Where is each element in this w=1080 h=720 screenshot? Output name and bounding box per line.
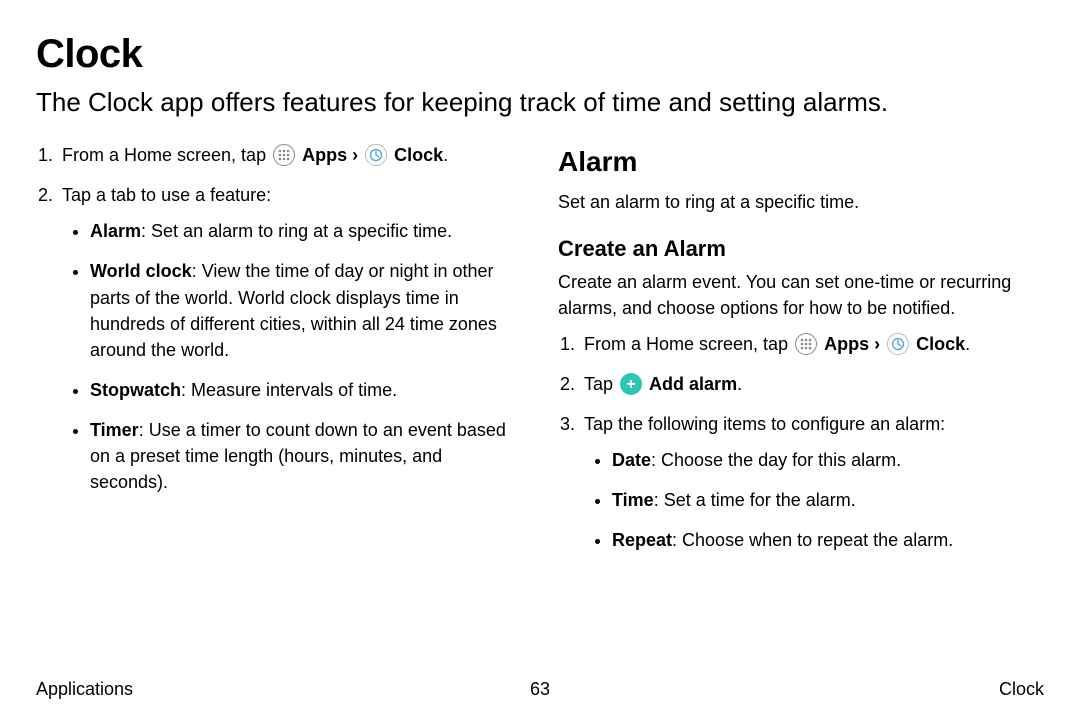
apps-label: Apps [302, 145, 347, 165]
features-list: Alarm: Set an alarm to ring at a specifi… [62, 218, 522, 495]
feature-desc: : Measure intervals of time. [181, 380, 397, 400]
feature-item: Stopwatch: Measure intervals of time. [90, 377, 522, 403]
clock-label: Clock [394, 145, 443, 165]
chevron-icon: › [352, 145, 358, 165]
clock-icon [365, 144, 387, 166]
period: . [737, 374, 742, 394]
feature-name: World clock [90, 261, 192, 281]
page-footer: Applications 63 Clock [36, 679, 1044, 700]
content-columns: From a Home screen, tap Apps › Clock. Ta… [36, 142, 1044, 567]
footer-page-number: 63 [530, 679, 550, 700]
feature-item: World clock: View the time of day or nig… [90, 258, 522, 362]
apps-icon [795, 333, 817, 355]
left-step-2: Tap a tab to use a feature: Alarm: Set a… [58, 182, 522, 495]
apps-label: Apps [824, 334, 869, 354]
period: . [965, 334, 970, 354]
feature-desc: : Use a timer to count down to an event … [90, 420, 506, 492]
feature-desc: : Set an alarm to ring at a specific tim… [141, 221, 452, 241]
step-text: From a Home screen, tap [584, 334, 793, 354]
config-desc: : Choose the day for this alarm. [651, 450, 901, 470]
page-title: Clock [36, 32, 1044, 77]
config-desc: : Choose when to repeat the alarm. [672, 530, 953, 550]
config-desc: : Set a time for the alarm. [654, 490, 856, 510]
right-column: Alarm Set an alarm to ring at a specific… [558, 142, 1044, 567]
step-text: Tap the following items to configure an … [584, 414, 945, 434]
create-alarm-intro: Create an alarm event. You can set one-t… [558, 269, 1044, 321]
right-step-2: Tap + Add alarm. [580, 371, 1044, 397]
create-alarm-heading: Create an Alarm [558, 233, 1044, 265]
config-name: Repeat [612, 530, 672, 550]
config-item: Time: Set a time for the alarm. [612, 487, 1044, 513]
page-subtitle: The Clock app offers features for keepin… [36, 87, 1044, 118]
feature-item: Timer: Use a timer to count down to an e… [90, 417, 522, 495]
footer-left: Applications [36, 679, 133, 700]
right-steps-list: From a Home screen, tap Apps › Clock. Ta… [558, 331, 1044, 554]
feature-item: Alarm: Set an alarm to ring at a specifi… [90, 218, 522, 244]
footer-right: Clock [999, 679, 1044, 700]
step-text: Tap [584, 374, 618, 394]
period: . [443, 145, 448, 165]
alarm-heading: Alarm [558, 142, 1044, 183]
step-text: Tap a tab to use a feature: [62, 185, 271, 205]
feature-name: Stopwatch [90, 380, 181, 400]
feature-name: Timer [90, 420, 139, 440]
left-step-1: From a Home screen, tap Apps › Clock. [58, 142, 522, 168]
config-name: Time [612, 490, 654, 510]
feature-name: Alarm [90, 221, 141, 241]
config-name: Date [612, 450, 651, 470]
clock-icon [887, 333, 909, 355]
chevron-icon: › [874, 334, 880, 354]
add-alarm-label: Add alarm [649, 374, 737, 394]
alarm-intro: Set an alarm to ring at a specific time. [558, 189, 1044, 215]
config-item: Date: Choose the day for this alarm. [612, 447, 1044, 473]
config-item: Repeat: Choose when to repeat the alarm. [612, 527, 1044, 553]
config-list: Date: Choose the day for this alarm. Tim… [584, 447, 1044, 553]
left-column: From a Home screen, tap Apps › Clock. Ta… [36, 142, 522, 567]
apps-icon [273, 144, 295, 166]
right-step-3: Tap the following items to configure an … [580, 411, 1044, 553]
step-text: From a Home screen, tap [62, 145, 271, 165]
clock-label: Clock [916, 334, 965, 354]
right-step-1: From a Home screen, tap Apps › Clock. [580, 331, 1044, 357]
left-steps-list: From a Home screen, tap Apps › Clock. Ta… [36, 142, 522, 495]
add-icon: + [620, 373, 642, 395]
